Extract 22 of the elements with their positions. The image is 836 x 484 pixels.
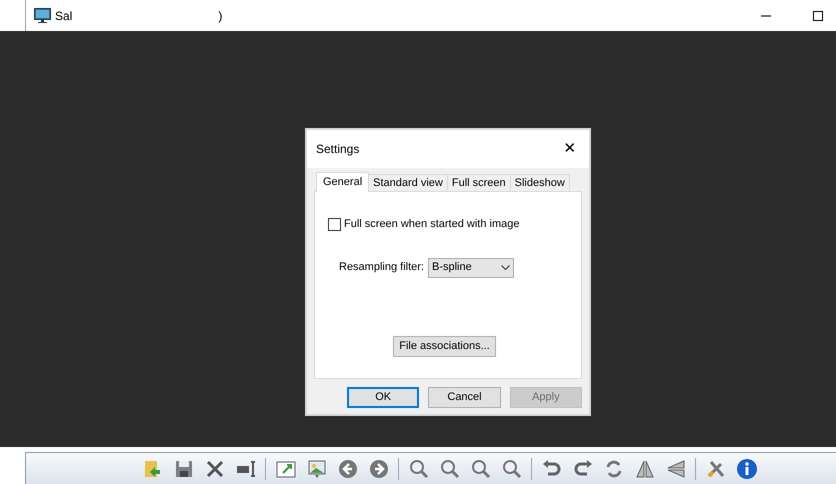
zoom-icon[interactable] <box>438 458 460 480</box>
tab[interactable]: General <box>316 172 370 192</box>
resampling-dropdown[interactable]: B-spline <box>428 258 514 278</box>
chevron-down-icon <box>500 265 510 270</box>
slideshow-icon[interactable] <box>306 458 328 480</box>
window-title: Sal <box>55 8 72 24</box>
dialog-button[interactable]: Cancel <box>428 387 501 408</box>
dialog-title: Settings <box>316 141 360 158</box>
window-title: ) <box>218 8 222 24</box>
monitor-icon <box>34 8 51 23</box>
file-associations-button[interactable]: File associations... <box>393 336 496 356</box>
zoom-icon[interactable] <box>408 458 430 480</box>
dialog-button[interactable]: OK <box>347 387 420 408</box>
close-button[interactable]: ✕ <box>560 139 580 159</box>
maximize-icon[interactable] <box>812 10 824 22</box>
info-icon[interactable] <box>736 458 758 480</box>
zoom-icon[interactable] <box>470 458 492 480</box>
checkbox-label: Full screen when started with image <box>344 217 520 232</box>
checkbox[interactable] <box>328 218 341 231</box>
zoom-icon[interactable] <box>500 458 522 480</box>
field-label: Resampling filter: <box>339 260 424 276</box>
tab[interactable]: Slideshow <box>510 174 570 191</box>
